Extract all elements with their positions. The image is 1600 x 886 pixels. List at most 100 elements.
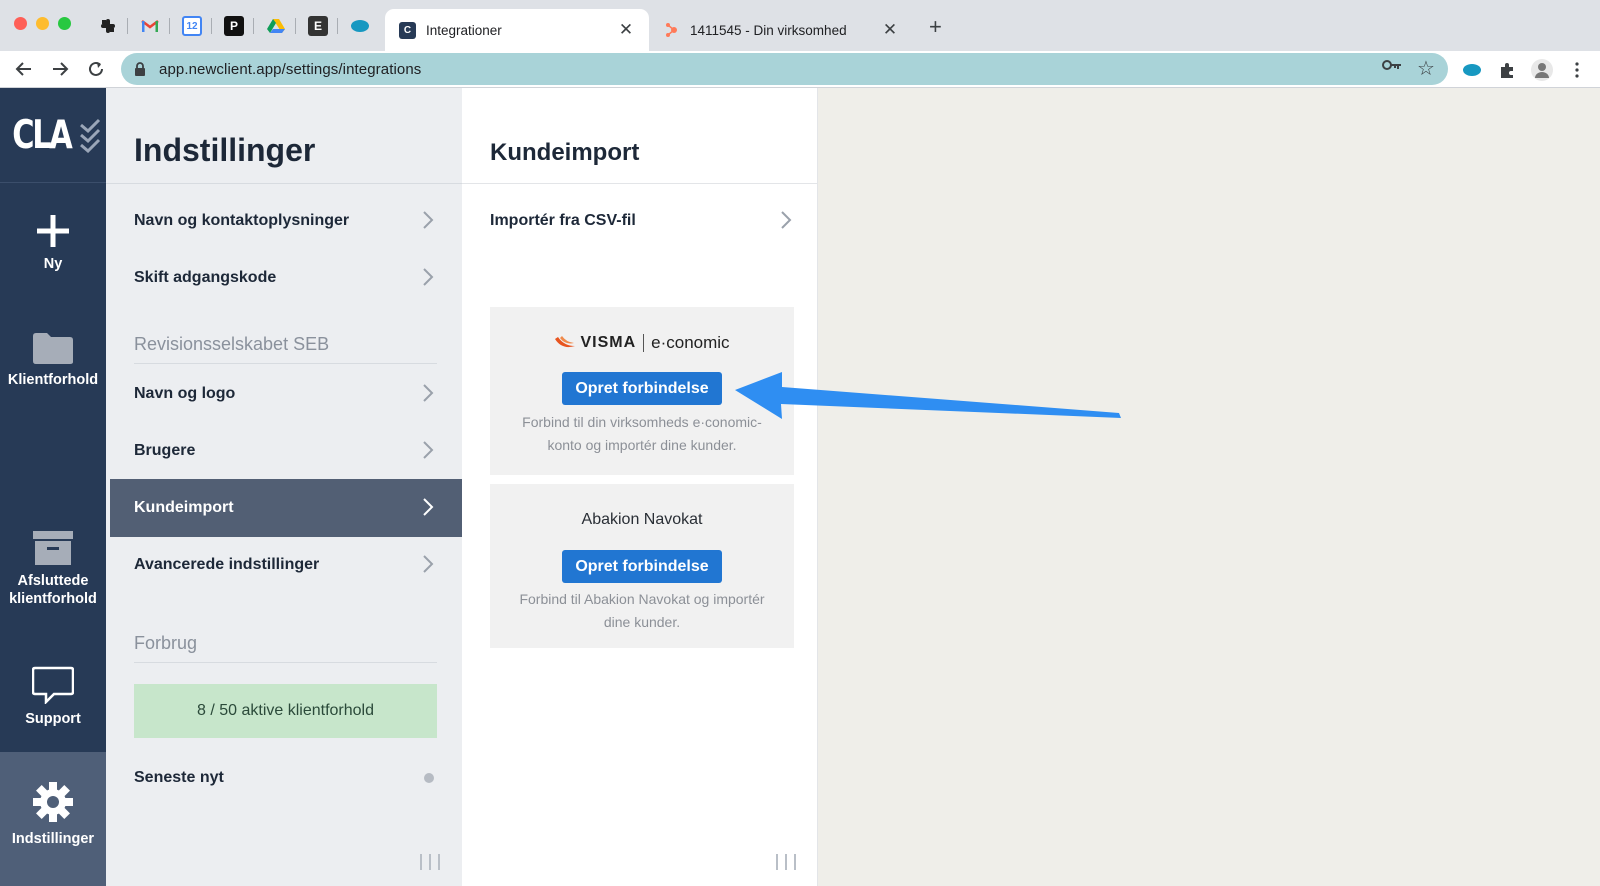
logo-text: CLA bbox=[11, 112, 73, 158]
usage-counter: 8 / 50 aktive klientforhold bbox=[134, 684, 437, 738]
nav-label: Support bbox=[25, 711, 81, 727]
nav-support[interactable]: Support bbox=[0, 666, 106, 728]
tab-din-virksomhed[interactable]: 1411545 - Din virksomhed ✕ bbox=[649, 9, 913, 51]
divider bbox=[134, 662, 437, 663]
minimize-window-button[interactable] bbox=[36, 17, 49, 30]
settings-item-customer-import[interactable]: Kundeimport bbox=[110, 479, 462, 537]
visma-economic-logo: VISMA e·conomic bbox=[490, 331, 794, 355]
economic-wordmark: e·conomic bbox=[651, 333, 730, 352]
archive-box-icon bbox=[33, 531, 73, 565]
chevron-right-icon bbox=[423, 384, 434, 402]
settings-item-change-password[interactable]: Skift adgangskode bbox=[110, 249, 462, 307]
arrow-right-icon bbox=[53, 62, 69, 76]
connect-abakion-button[interactable]: Opret forbindelse bbox=[562, 550, 722, 583]
new-tab-button[interactable]: + bbox=[929, 16, 942, 38]
section-heading-usage: Forbrug bbox=[134, 633, 198, 653]
abakion-navokat-name: Abakion Navokat bbox=[581, 511, 703, 528]
integration-description: Forbind til Abakion Navokat og importér … bbox=[519, 591, 765, 630]
tab-separator bbox=[295, 18, 296, 34]
tab-integrationer[interactable]: C Integrationer ✕ bbox=[385, 9, 649, 51]
url-text: app.newclient.app/settings/integrations bbox=[159, 60, 422, 78]
nav-clients[interactable]: Klientforhold bbox=[0, 331, 106, 389]
settings-item-label: Kundeimport bbox=[134, 499, 234, 516]
browser-menu-icon[interactable] bbox=[1566, 59, 1588, 81]
settings-item-label: Navn og kontaktoplysninger bbox=[134, 212, 350, 229]
back-button[interactable] bbox=[12, 57, 36, 81]
tab-separator bbox=[337, 18, 338, 34]
settings-item-label: Brugere bbox=[134, 442, 196, 459]
slack-icon[interactable] bbox=[98, 16, 118, 36]
connect-visma-button[interactable]: Opret forbindelse bbox=[562, 372, 722, 405]
chevron-right-icon bbox=[781, 211, 792, 229]
divider bbox=[106, 183, 462, 184]
p-icon[interactable]: P bbox=[224, 16, 244, 36]
logo-checkmarks-icon bbox=[80, 118, 101, 153]
news-indicator-dot bbox=[424, 773, 434, 783]
folder-icon bbox=[33, 333, 73, 364]
nav-label: Ny bbox=[43, 256, 63, 272]
column-resize-handle[interactable] bbox=[776, 854, 796, 870]
address-bar[interactable]: app.newclient.app/settings/integrations bbox=[121, 53, 1448, 85]
settings-panel: Indstillinger Navn og kontaktoplysninger… bbox=[106, 88, 462, 886]
profile-avatar[interactable] bbox=[1531, 59, 1553, 81]
reload-icon bbox=[89, 61, 103, 76]
integration-card-visma: VISMA e·conomic Opret forbindelse Forbin… bbox=[490, 307, 794, 475]
settings-item-label: Skift adgangskode bbox=[134, 269, 277, 286]
integration-description: Forbind til din virksomheds e·conomic-ko… bbox=[522, 414, 762, 453]
reload-button[interactable] bbox=[84, 57, 108, 81]
extensions-puzzle-icon[interactable] bbox=[1496, 59, 1518, 81]
empty-content-area bbox=[818, 88, 1600, 886]
maximize-window-button[interactable] bbox=[58, 17, 71, 30]
chevron-right-icon bbox=[423, 555, 434, 573]
arrow-left-icon bbox=[15, 62, 31, 76]
settings-item-label: Seneste nyt bbox=[134, 769, 224, 786]
tab-title: Integrationer bbox=[426, 22, 502, 38]
settings-item-name-logo[interactable]: Navn og logo bbox=[110, 365, 462, 423]
close-tab-icon[interactable]: ✕ bbox=[881, 20, 899, 40]
calendar-icon[interactable]: 12 bbox=[182, 16, 202, 36]
settings-item-label: Navn og logo bbox=[134, 385, 236, 402]
column-resize-handle[interactable] bbox=[420, 854, 440, 870]
settings-item-contact-info[interactable]: Navn og kontaktoplysninger bbox=[110, 192, 462, 250]
nav-settings[interactable]: Indstillinger bbox=[0, 752, 106, 886]
lock-icon bbox=[135, 62, 145, 76]
visma-wordmark: VISMA bbox=[580, 334, 637, 351]
visma-swoosh-icon bbox=[555, 336, 576, 348]
import-csv-label: Importér fra CSV-fil bbox=[490, 212, 636, 229]
close-window-button[interactable] bbox=[14, 17, 27, 30]
settings-item-users[interactable]: Brugere bbox=[110, 422, 462, 480]
nav-closed-clients[interactable]: Afsluttede klientforhold bbox=[0, 530, 106, 608]
divider bbox=[134, 363, 437, 364]
page-title: Indstillinger bbox=[134, 132, 316, 168]
gmail-icon[interactable] bbox=[140, 16, 160, 36]
integration-card-abakion: Abakion Navokat Opret forbindelse Forbin… bbox=[490, 484, 794, 648]
app-logo[interactable]: CLA bbox=[0, 88, 106, 183]
plus-icon bbox=[37, 215, 69, 247]
tab-separator bbox=[211, 18, 212, 34]
gear-icon bbox=[33, 782, 73, 822]
bookmark-star-icon[interactable]: ☆ bbox=[1417, 56, 1435, 81]
salesforce-extension-icon[interactable] bbox=[1461, 59, 1483, 81]
settings-item-news[interactable]: Seneste nyt bbox=[110, 749, 462, 807]
salesforce-icon[interactable] bbox=[350, 16, 370, 36]
cla-favicon-icon: C bbox=[399, 21, 416, 39]
settings-item-label: Avancerede indstillinger bbox=[134, 556, 320, 573]
forward-button[interactable] bbox=[48, 57, 72, 81]
nav-label: Afsluttede klientforhold bbox=[9, 573, 97, 607]
close-tab-icon[interactable]: ✕ bbox=[617, 20, 635, 40]
chat-bubble-icon bbox=[32, 666, 74, 704]
tab-separator bbox=[127, 18, 128, 34]
browser-tab-bar: 12 P E C Integrationer ✕ 1411545 - Din v… bbox=[0, 0, 1600, 51]
logo-divider bbox=[643, 334, 645, 352]
key-icon[interactable] bbox=[1382, 58, 1402, 77]
drive-icon[interactable] bbox=[266, 16, 286, 36]
chevron-right-icon bbox=[423, 211, 434, 229]
settings-item-advanced[interactable]: Avancerede indstillinger bbox=[110, 536, 462, 594]
nav-new[interactable]: Ny bbox=[0, 213, 106, 273]
chevron-right-icon bbox=[423, 498, 434, 516]
nav-label: Indstillinger bbox=[11, 831, 95, 847]
e-icon[interactable]: E bbox=[308, 16, 328, 36]
tab-separator bbox=[253, 18, 254, 34]
import-csv-row[interactable]: Importér fra CSV-fil bbox=[462, 192, 818, 250]
panel-title: Kundeimport bbox=[490, 139, 640, 166]
